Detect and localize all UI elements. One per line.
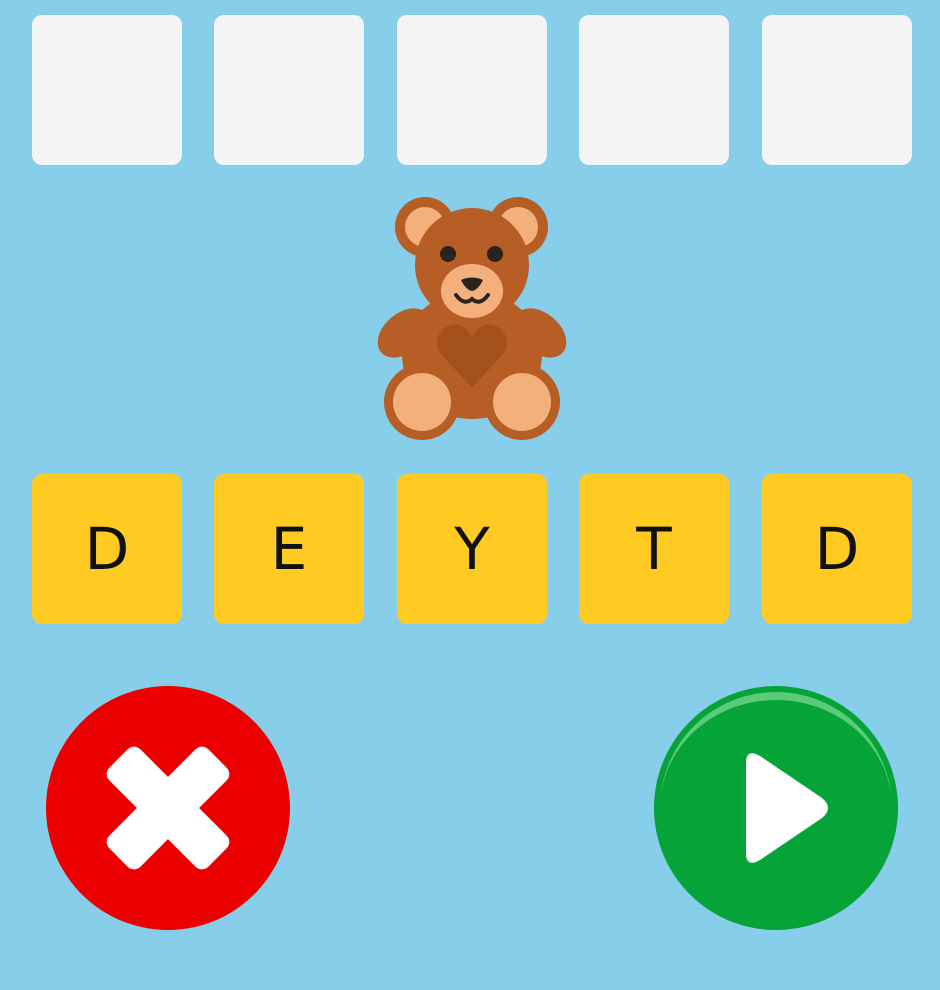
letter-tile[interactable]: T bbox=[579, 474, 729, 624]
answer-slot[interactable] bbox=[397, 15, 547, 165]
cancel-button[interactable] bbox=[46, 686, 290, 930]
close-icon bbox=[106, 746, 230, 870]
teddy-bear-icon bbox=[370, 195, 574, 445]
letter-tiles: D E Y T D bbox=[32, 474, 912, 624]
answer-slot[interactable] bbox=[579, 15, 729, 165]
answer-slot[interactable] bbox=[32, 15, 182, 165]
answer-slots bbox=[32, 15, 912, 165]
play-icon bbox=[660, 692, 892, 863]
letter-tile[interactable]: D bbox=[32, 474, 182, 624]
letter-tile[interactable]: Y bbox=[397, 474, 547, 624]
letter-tile[interactable]: D bbox=[762, 474, 912, 624]
play-button[interactable] bbox=[654, 686, 898, 930]
answer-slot[interactable] bbox=[214, 15, 364, 165]
letter-tile[interactable]: E bbox=[214, 474, 364, 624]
answer-slot[interactable] bbox=[762, 15, 912, 165]
